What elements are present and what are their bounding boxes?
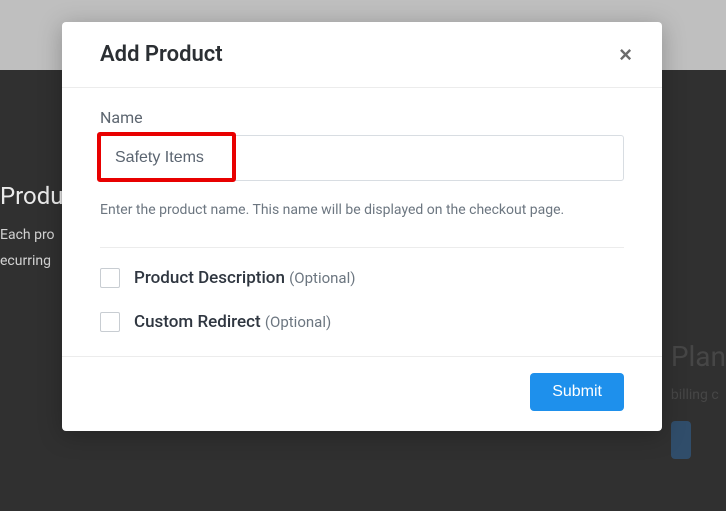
product-description-checkbox[interactable] [100,268,120,288]
name-input[interactable] [100,135,624,181]
custom-redirect-row: Custom Redirect (Optional) [100,312,624,332]
custom-redirect-checkbox[interactable] [100,312,120,332]
name-input-wrapper [100,135,624,181]
product-description-row: Product Description (Optional) [100,268,624,288]
divider [100,247,624,248]
modal-footer: Submit [62,356,662,431]
custom-redirect-label[interactable]: Custom Redirect (Optional) [134,312,331,332]
name-label: Name [100,108,624,127]
modal-header: Add Product × [62,22,662,88]
modal-title: Add Product [100,42,223,67]
custom-redirect-optional: (Optional) [265,313,331,331]
close-icon[interactable]: × [619,44,632,66]
submit-button[interactable]: Submit [530,373,624,411]
name-helper: Enter the product name. This name will b… [100,199,624,223]
custom-redirect-text: Custom Redirect [134,312,261,332]
add-product-modal: Add Product × Name Enter the product nam… [62,22,662,431]
product-description-optional: (Optional) [289,269,355,287]
modal-body: Name Enter the product name. This name w… [62,88,662,332]
product-description-text: Product Description [134,268,285,288]
product-description-label[interactable]: Product Description (Optional) [134,268,355,288]
